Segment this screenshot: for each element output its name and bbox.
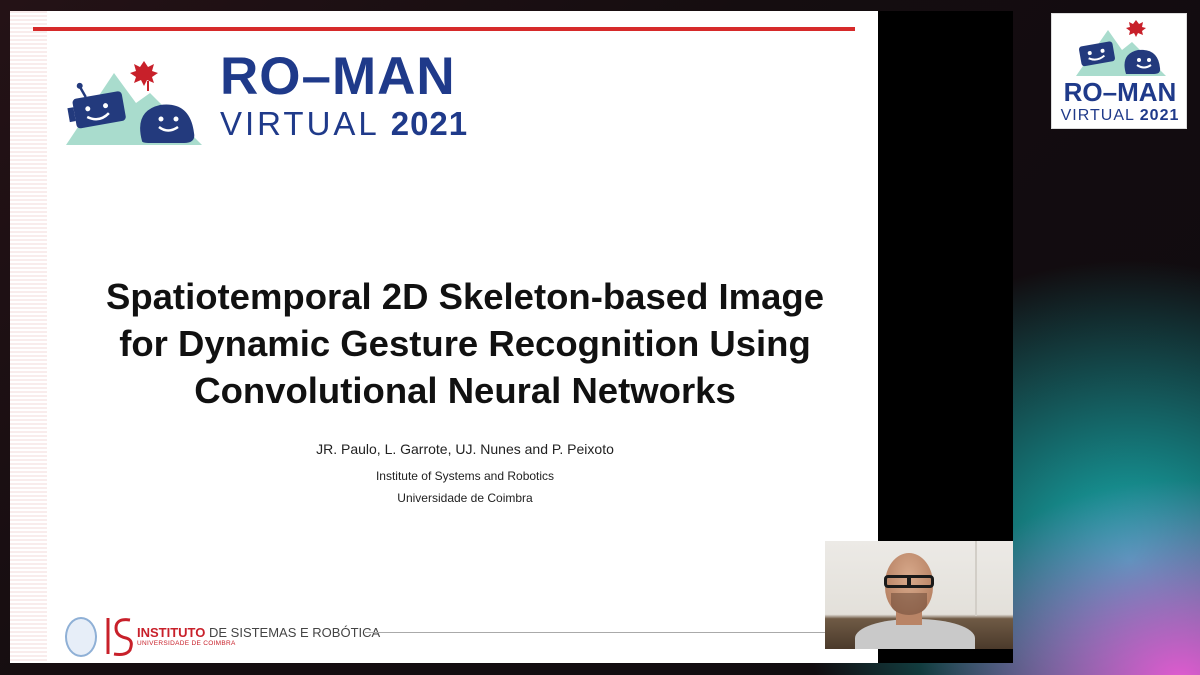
brand-title: RO–MAN	[220, 47, 456, 106]
webcam-wall-edge	[975, 541, 977, 616]
slide-stripe-decoration	[10, 11, 47, 663]
presentation-slide: RO–MAN VIRTUAL 2021 Spatiotemporal 2D Sk…	[10, 11, 878, 663]
slide-affiliation-university: Universidade de Coimbra	[397, 491, 533, 505]
brand-year: 2021	[390, 105, 469, 142]
conference-corner-badge: RO–MAN VIRTUAL 2021	[1051, 13, 1187, 129]
badge-virtual: VIRTUAL	[1060, 107, 1135, 124]
isr-name-highlight: INSTITUTO	[137, 625, 206, 640]
presenter-webcam	[825, 541, 1013, 649]
presenter-glasses	[884, 575, 934, 588]
slide-title-line-2: for Dynamic Gesture Recognition Using	[119, 323, 811, 364]
slide-title-line-3: Convolutional Neural Networks	[194, 370, 736, 411]
isr-university-subtitle: UNIVERSIDADE DE COIMBRA	[137, 640, 236, 647]
ro-man-robots-logo-icon	[66, 61, 202, 145]
presenter-beard	[891, 593, 927, 615]
isr-name-rest: DE SISTEMAS E ROBÓTICA	[205, 625, 381, 640]
badge-subtitle: VIRTUAL 2021	[1052, 106, 1188, 126]
brand-virtual: VIRTUAL	[220, 105, 379, 142]
slide-authors: JR. Paulo, L. Garrote, UJ. Nunes and P. …	[316, 441, 614, 457]
brand-subtitle: VIRTUAL 2021	[220, 107, 468, 141]
badge-title: RO–MAN	[1063, 77, 1177, 107]
isr-institute-name: INSTITUTO DE SISTEMAS E ROBÓTICA	[137, 625, 380, 640]
ro-man-brand-text: RO–MAN VIRTUAL 2021	[220, 47, 468, 141]
slide-affiliation-institute: Institute of Systems and Robotics	[375, 469, 555, 483]
badge-year: 2021	[1139, 107, 1180, 124]
slide-title: Spatiotemporal 2D Skeleton-based Image f…	[50, 273, 878, 414]
ro-man-robots-badge-icon	[1076, 20, 1166, 76]
footer-divider	[365, 632, 855, 633]
header-accent-bar	[33, 27, 855, 31]
university-seal-icon	[65, 617, 97, 657]
isr-logo-icon	[106, 618, 133, 656]
slide-title-line-1: Spatiotemporal 2D Skeleton-based Image	[105, 276, 825, 317]
